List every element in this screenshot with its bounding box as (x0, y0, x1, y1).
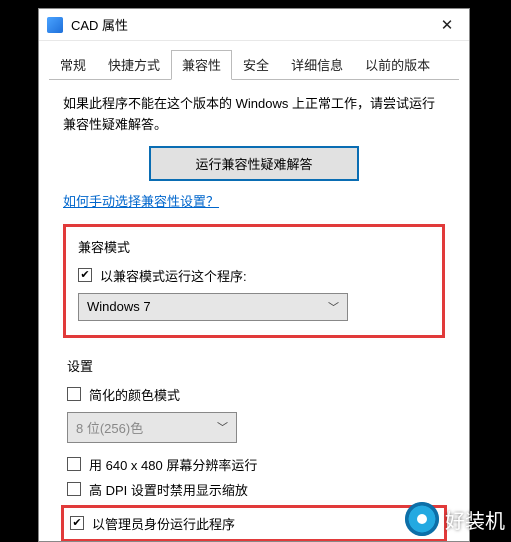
tab-content: 如果此程序不能在这个版本的 Windows 上正常工作，请尝试运行兼容性疑难解答… (39, 80, 469, 541)
intro-text: 如果此程序不能在这个版本的 Windows 上正常工作，请尝试运行兼容性疑难解答… (63, 94, 445, 136)
disable-dpi-checkbox[interactable] (67, 482, 81, 496)
chevron-down-icon: ﹀ (217, 419, 228, 435)
close-icon: ✕ (441, 16, 454, 34)
res640-row[interactable]: 用 640 x 480 屏幕分辨率运行 (67, 455, 441, 474)
run-as-admin-highlight: 以管理员身份运行此程序 (61, 505, 447, 541)
close-button[interactable]: ✕ (425, 10, 469, 40)
disable-dpi-label: 高 DPI 设置时禁用显示缩放 (89, 480, 248, 499)
tab-security[interactable]: 安全 (232, 50, 280, 80)
tab-bar: 常规 快捷方式 兼容性 安全 详细信息 以前的版本 (49, 49, 459, 80)
window-title: CAD 属性 (71, 15, 425, 34)
app-icon (47, 17, 63, 33)
color-depth-value: 8 位(256)色 (76, 418, 143, 437)
reduced-color-checkbox[interactable] (67, 387, 81, 401)
color-depth-select: 8 位(256)色 ﹀ (67, 412, 237, 443)
compat-mode-row[interactable]: 以兼容模式运行这个程序: (78, 266, 430, 285)
res640-label: 用 640 x 480 屏幕分辨率运行 (89, 455, 257, 474)
reduced-color-row[interactable]: 简化的颜色模式 (67, 385, 441, 404)
chevron-down-icon: ﹀ (328, 299, 339, 315)
tab-details[interactable]: 详细信息 (280, 50, 354, 80)
reduced-color-label: 简化的颜色模式 (89, 385, 180, 404)
compat-mode-checkbox[interactable] (78, 268, 92, 282)
settings-group-title: 设置 (67, 356, 441, 375)
compat-os-select[interactable]: Windows 7 ﹀ (78, 293, 348, 321)
titlebar: CAD 属性 ✕ (39, 9, 469, 41)
run-as-admin-row[interactable]: 以管理员身份运行此程序 (70, 514, 438, 533)
compat-mode-label: 以兼容模式运行这个程序: (100, 266, 247, 285)
res640-checkbox[interactable] (67, 457, 81, 471)
run-as-admin-label: 以管理员身份运行此程序 (92, 514, 235, 533)
properties-dialog: CAD 属性 ✕ 常规 快捷方式 兼容性 安全 详细信息 以前的版本 如果此程序… (38, 8, 470, 542)
compat-mode-group: 兼容模式 以兼容模式运行这个程序: Windows 7 ﹀ (63, 224, 445, 338)
run-as-admin-checkbox[interactable] (70, 516, 84, 530)
tab-general[interactable]: 常规 (49, 50, 97, 80)
tab-shortcut[interactable]: 快捷方式 (97, 50, 171, 80)
settings-group: 设置 简化的颜色模式 8 位(256)色 ﹀ 用 640 x 480 屏幕分辨率… (63, 356, 445, 541)
troubleshoot-button[interactable]: 运行兼容性疑难解答 (149, 146, 359, 181)
tab-compatibility[interactable]: 兼容性 (171, 50, 232, 80)
compat-os-value: Windows 7 (87, 299, 151, 314)
compat-group-title: 兼容模式 (78, 237, 430, 256)
manual-settings-link[interactable]: 如何手动选择兼容性设置？ (63, 194, 219, 209)
disable-dpi-row[interactable]: 高 DPI 设置时禁用显示缩放 (67, 480, 441, 499)
tab-previous-versions[interactable]: 以前的版本 (354, 50, 441, 80)
